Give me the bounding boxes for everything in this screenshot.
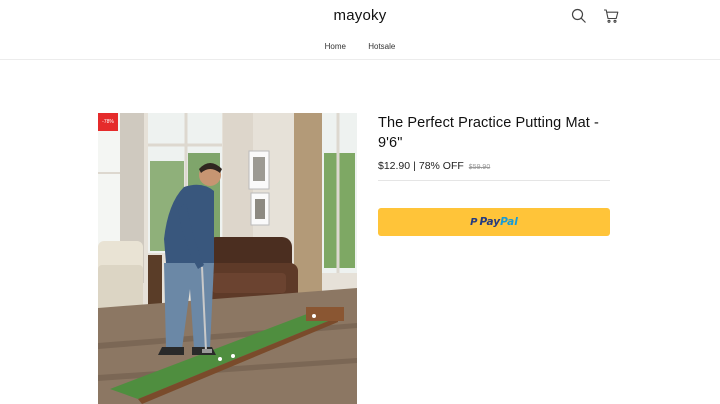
- product-info: The Perfect Practice Putting Mat - 9'6" …: [378, 113, 610, 236]
- price-row: $12.90 | 78% OFF $59.90: [378, 159, 610, 173]
- main-nav: Home Hotsale: [0, 42, 720, 51]
- price-separator: |: [413, 160, 416, 172]
- search-icon[interactable]: [570, 7, 588, 25]
- site-header: mayoky Home Hotsale: [0, 0, 720, 60]
- sale-price: $12.90: [378, 160, 411, 172]
- cart-icon[interactable]: [602, 7, 620, 25]
- divider: [378, 180, 610, 181]
- nav-link-home[interactable]: Home: [325, 42, 346, 51]
- discount-badge: -78%: [98, 113, 118, 131]
- product-title: The Perfect Practice Putting Mat - 9'6": [378, 115, 599, 151]
- paypal-label-pay: Pay: [479, 216, 501, 228]
- paypal-icon: P: [470, 217, 478, 228]
- paypal-button[interactable]: P PayPal: [378, 208, 610, 236]
- compare-price: $59.90: [468, 164, 491, 171]
- paypal-label-pal: Pal: [500, 216, 518, 228]
- nav-link-hotsale[interactable]: Hotsale: [368, 42, 395, 51]
- discount-label: 78% OFF: [418, 160, 464, 172]
- product-image[interactable]: [98, 113, 357, 404]
